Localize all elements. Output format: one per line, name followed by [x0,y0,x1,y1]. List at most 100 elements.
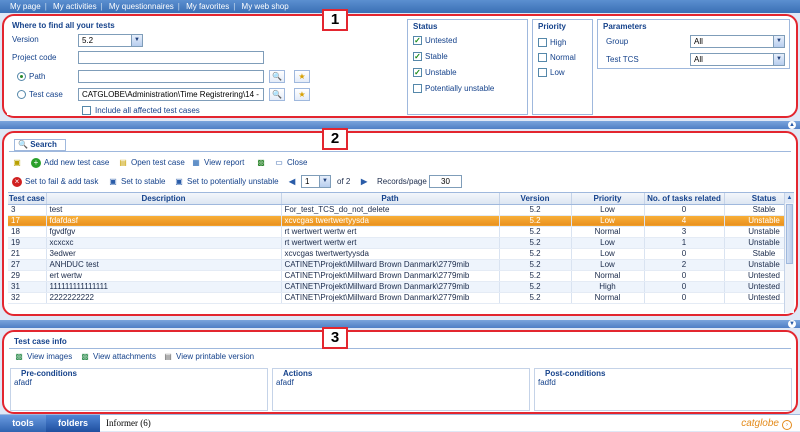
table-row[interactable]: 31 111111111111111 CATINET\Projekt\Millwar… [8,281,794,293]
view-images-button[interactable]: ▩ View images [14,351,72,362]
cell-priority: Low [571,215,645,227]
informer-link[interactable]: Informer (6) [106,415,151,432]
cell-version: 5.2 [499,248,572,260]
cell-priority: Normal [571,292,645,304]
path-search-button[interactable]: 🔍 [269,70,285,83]
table-header-row: Test case Description Path Version Prior… [8,193,794,205]
records-per-page-input[interactable]: 30 [429,175,462,188]
folder-button[interactable]: ▣ [12,157,25,168]
version-label: Version [12,35,39,44]
view-printable-button[interactable]: ▤ View printable version [163,351,254,362]
nav-my-activities[interactable]: My activities [53,2,97,11]
table-row[interactable]: 21 3edwer xcvcgas twertwertyysda 5.2 Low 0 Sta… [8,248,794,260]
cell-priority: Normal [571,226,645,238]
cell-tasks-related: 4 [644,215,725,227]
search-icon: 🔍 [272,90,282,99]
pre-conditions-box[interactable]: Pre-conditions afadf [10,368,268,411]
table-row[interactable]: 29 ert wertw CATINET\Projekt\Millward Brow… [8,270,794,282]
test-case-radio[interactable] [17,90,26,99]
status-stable-label: Stable [425,52,448,61]
table-row[interactable]: 19 xcxcxc rt wertwert wertw ert 5.2 Low 1 Unst… [8,237,794,249]
table-row[interactable]: 17 fdafdasf xcvcgas twertwertyysda 5.2 Low 4 U… [8,215,794,227]
add-test-case-button[interactable]: + Add new test case [31,157,109,168]
cell-tasks-related: 0 [644,270,725,282]
collapse-bar[interactable]: ▲ [0,121,800,129]
group-select[interactable]: All ▼ [690,35,785,48]
table-row[interactable]: 3 test For_test_TCS_do_not_delete 5.2 Low 0 St… [8,204,794,216]
excel-icon: ▩ [257,157,265,167]
table-row[interactable]: 27 ANHDUC test CATINET\Projekt\Millward Br… [8,259,794,271]
test-tcs-label: Test TCS [606,55,639,64]
status-stable-checkbox[interactable]: ✓ [413,52,422,61]
cell-path: rt wertwert wertw ert [281,226,500,238]
status-unstable-checkbox[interactable]: ✓ [413,68,422,77]
cell-path: CATINET\Projekt\Millward Brown Danmark\2… [281,259,500,271]
status-potentially-unstable-checkbox[interactable] [413,84,422,93]
cell-test-case: 21 [8,248,47,260]
col-test-case[interactable]: Test case [8,193,47,205]
nav-my-page[interactable]: My page [10,2,41,11]
col-priority[interactable]: Priority [571,193,645,205]
nav-my-favorites[interactable]: My favorites [186,2,229,11]
tools-tab[interactable]: tools [0,415,46,432]
priority-group: Priority High Normal Low [532,19,593,115]
test-case-search-button[interactable]: 🔍 [269,88,285,101]
folders-tab[interactable]: folders [46,415,100,432]
open-test-case-button[interactable]: ▤ Open test case [118,157,185,168]
status-untested-checkbox[interactable]: ✓ [413,36,422,45]
search-criteria-panel: Where to find all your tests Version 5.2… [2,14,798,118]
panel-number-2: 2 [322,128,348,150]
test-tcs-select[interactable]: All ▼ [690,53,785,66]
chevron-down-icon: ▼ [131,35,142,46]
set-stable-button[interactable]: ▣ Set to stable [108,176,165,187]
path-favorite-button[interactable]: ★ [294,70,310,83]
post-conditions-value: fadfd [538,378,556,387]
nav-my-web-shop[interactable]: My web shop [242,2,289,11]
actions-value: afadf [276,378,294,387]
version-select[interactable]: 5.2 ▼ [78,34,143,47]
scroll-up-icon[interactable]: ▲ [785,193,794,203]
export-button[interactable]: ▩ [256,157,269,168]
cell-priority: High [571,281,645,293]
cell-path: xcvcgas twertwertyysda [281,248,500,260]
table-scrollbar[interactable]: ▲ [784,193,794,313]
next-page-button[interactable]: ▶ [361,176,367,187]
test-case-favorite-button[interactable]: ★ [294,88,310,101]
project-code-input[interactable] [78,51,264,64]
set-fail-button[interactable]: × Set to fail & add task [12,176,98,187]
project-code-label: Project code [12,53,57,62]
cell-version: 5.2 [499,237,572,249]
open-folder-icon: ▤ [119,157,127,167]
view-report-button[interactable]: ▦ View report [191,157,244,168]
cell-priority: Low [571,237,645,249]
close-button[interactable]: ▭ Close [274,157,307,168]
scroll-thumb[interactable] [786,204,793,264]
previous-page-button[interactable]: ◀ [289,176,295,187]
info-divider [9,348,791,349]
search-tab[interactable]: 🔍 Search [14,139,66,151]
tab-divider [9,151,791,152]
page-select[interactable]: 1 ▼ [301,175,331,188]
expand-bar[interactable]: ▼ [0,320,800,328]
col-path[interactable]: Path [281,193,500,205]
path-input[interactable] [78,70,264,83]
col-tasks-related[interactable]: No. of tasks related [644,193,725,205]
cell-test-case: 29 [8,270,47,282]
include-affected-checkbox[interactable] [82,106,91,115]
table-row[interactable]: 18 fgvdfgv rt wertwert wertw ert 5.2 Normal 3… [8,226,794,238]
table-row[interactable]: 32 2222222222 CATINET\Projekt\Millward Bro… [8,292,794,304]
post-conditions-box[interactable]: Post-conditions fadfd [534,368,792,411]
view-attachments-button[interactable]: ▩ View attachments [80,351,156,362]
nav-my-questionnaires[interactable]: My questionnaires [109,2,174,11]
priority-normal-checkbox[interactable] [538,53,547,62]
set-potentially-unstable-button[interactable]: ▣ Set to potentially unstable [174,176,278,187]
star-icon: ★ [298,90,306,99]
col-description[interactable]: Description [46,193,282,205]
test-case-input[interactable]: CATGLOBE\Administration\Time Registrerin… [78,88,264,101]
actions-box[interactable]: Actions afadf [272,368,530,411]
parameters-group: Parameters Group All ▼ Test TCS All ▼ [597,19,790,69]
path-radio[interactable] [17,72,26,81]
priority-low-checkbox[interactable] [538,68,547,77]
col-version[interactable]: Version [499,193,572,205]
priority-high-checkbox[interactable] [538,38,547,47]
